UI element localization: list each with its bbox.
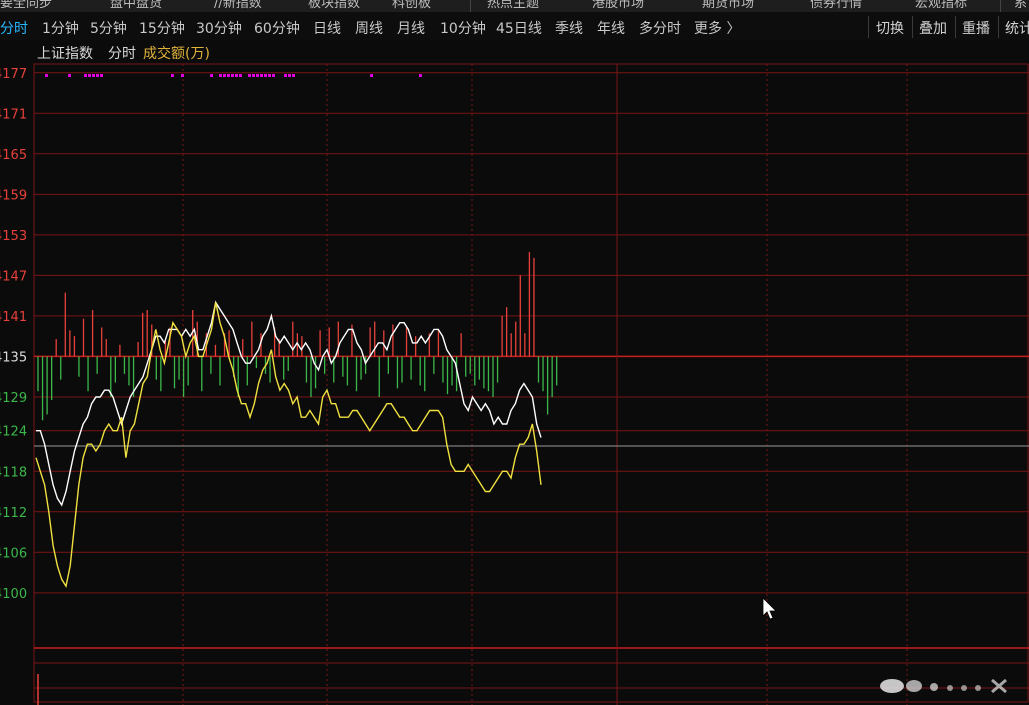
y-tick-label: 4135 bbox=[0, 350, 27, 365]
event-marker bbox=[227, 74, 230, 77]
event-marker bbox=[45, 74, 48, 77]
y-tick-label: 4165 bbox=[0, 148, 27, 163]
event-marker bbox=[419, 74, 422, 77]
y-tick-label: 4177 bbox=[0, 67, 27, 82]
mouse-pointer-icon bbox=[762, 597, 777, 620]
y-tick-label: 4112 bbox=[0, 506, 27, 521]
event-marker bbox=[219, 74, 222, 77]
event-marker bbox=[231, 74, 234, 77]
y-tick-label: 4147 bbox=[0, 269, 27, 284]
y-axis-labels: 4177 4171 4165 4159 4153 4147 4141 4135 4129 4124… bbox=[0, 67, 27, 602]
event-marker bbox=[284, 74, 287, 77]
event-marker bbox=[210, 74, 213, 77]
mouse-cursor bbox=[762, 597, 777, 620]
y-tick-label: 4171 bbox=[0, 107, 27, 122]
event-marker bbox=[288, 74, 291, 77]
y-tick-label: 4129 bbox=[0, 391, 27, 406]
event-marker bbox=[84, 74, 87, 77]
event-marker bbox=[171, 74, 174, 77]
y-tick-label: 4141 bbox=[0, 310, 27, 325]
event-marker bbox=[100, 74, 103, 77]
average-line bbox=[35, 302, 542, 588]
volume-bars bbox=[37, 252, 558, 705]
y-tick-label: 4100 bbox=[0, 587, 27, 602]
event-marker bbox=[256, 74, 259, 77]
event-marker bbox=[292, 74, 295, 77]
y-tick-label: 4159 bbox=[0, 188, 27, 203]
event-marker bbox=[268, 74, 271, 77]
y-tick-label: 4124 bbox=[0, 425, 27, 440]
y-tick-label: 4153 bbox=[0, 229, 27, 244]
event-marker bbox=[260, 74, 263, 77]
event-marker bbox=[88, 74, 91, 77]
event-marker bbox=[272, 74, 275, 77]
event-marker bbox=[248, 74, 251, 77]
intraday-chart[interactable]: 4177 4171 4165 4159 4153 4147 4141 4135 4129 4124… bbox=[0, 0, 1029, 705]
event-marker bbox=[239, 74, 242, 77]
event-marker bbox=[96, 74, 99, 77]
watermark-logo bbox=[880, 678, 1007, 694]
event-marker bbox=[68, 74, 71, 77]
y-tick-label: 4106 bbox=[0, 546, 27, 561]
price-line bbox=[36, 300, 542, 507]
event-marker bbox=[252, 74, 255, 77]
event-markers bbox=[45, 74, 422, 77]
event-marker bbox=[92, 74, 95, 77]
event-marker bbox=[223, 74, 226, 77]
y-tick-label: 4118 bbox=[0, 465, 27, 480]
event-marker bbox=[181, 74, 184, 77]
event-marker bbox=[264, 74, 267, 77]
event-marker bbox=[235, 74, 238, 77]
event-marker bbox=[370, 74, 373, 77]
price-lines bbox=[35, 300, 542, 588]
